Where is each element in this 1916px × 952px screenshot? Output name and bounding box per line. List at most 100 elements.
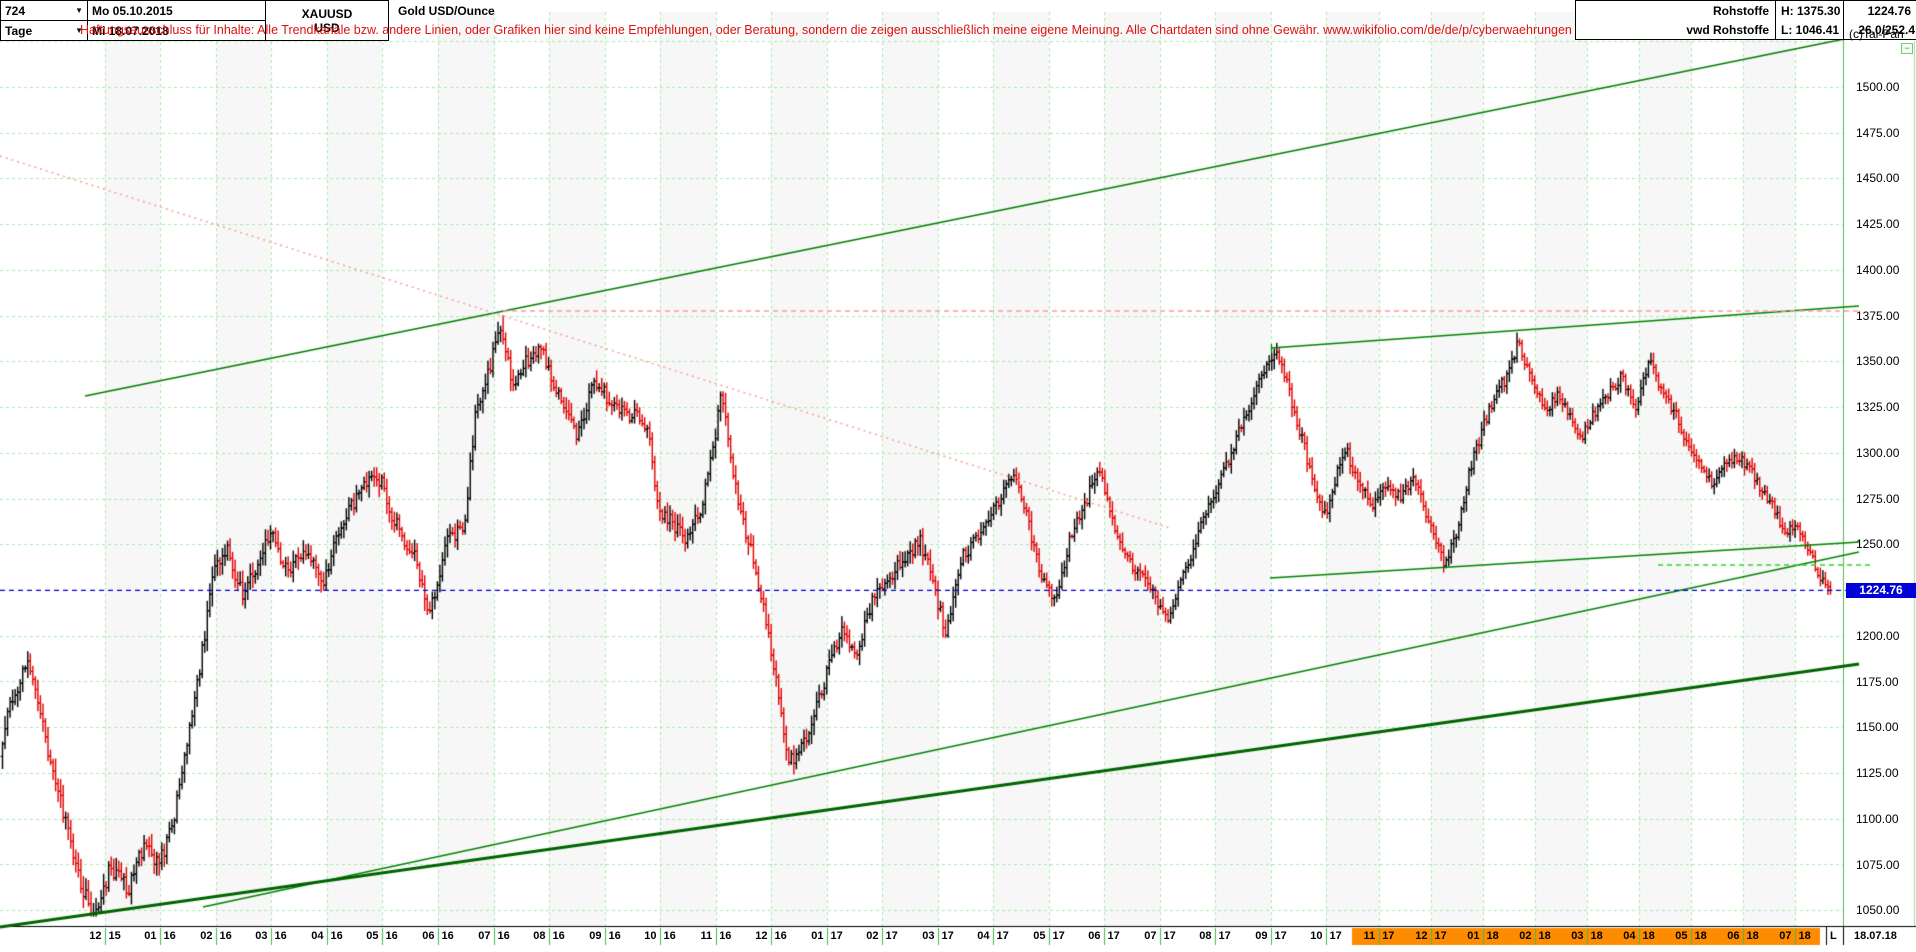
date-month: 04 xyxy=(311,930,323,942)
date-axis-label: 02 16 xyxy=(194,930,238,942)
date-year: 18 xyxy=(1747,930,1759,942)
price-axis-label: 1375.00 xyxy=(1856,309,1899,323)
date-year: 17 xyxy=(1435,930,1447,942)
date-year: 16 xyxy=(498,930,510,942)
date-year: 16 xyxy=(553,930,565,942)
date-axis-label: 07 17 xyxy=(1138,930,1182,942)
date-month: 07 xyxy=(1144,930,1156,942)
date-month: 09 xyxy=(1255,930,1267,942)
date-month: 02 xyxy=(866,930,878,942)
price-axis-label: 1350.00 xyxy=(1856,354,1899,368)
period-dropdown[interactable]: Tage ▼ xyxy=(0,20,88,41)
date-year: 17 xyxy=(1275,930,1287,942)
price-chart-canvas[interactable] xyxy=(0,0,1916,952)
date-axis-label: 01 16 xyxy=(138,930,182,942)
date-month: 03 xyxy=(1571,930,1583,942)
date-year: 16 xyxy=(220,930,232,942)
date-year: 17 xyxy=(1053,930,1065,942)
date-month: 01 xyxy=(811,930,823,942)
date-month: 01 xyxy=(1467,930,1479,942)
date-year: 17 xyxy=(1164,930,1176,942)
date-year: 18 xyxy=(1487,930,1499,942)
date-month: 12 xyxy=(89,930,101,942)
price-axis-label: 1475.00 xyxy=(1856,126,1899,140)
symbol-code: XAUUSD xyxy=(302,7,353,21)
bars-count-dropdown[interactable]: 724 ▼ xyxy=(0,0,88,21)
date-month: 02 xyxy=(200,930,212,942)
period-high: H: 1375.30 xyxy=(1775,0,1843,20)
date-axis-label: 11 17 xyxy=(1357,930,1401,942)
start-date-cell[interactable]: Mo 05.10.2015 xyxy=(87,0,266,21)
date-axis-label: 05 17 xyxy=(1027,930,1071,942)
date-month: 04 xyxy=(977,930,989,942)
date-axis-label: 05 18 xyxy=(1669,930,1713,942)
date-year: 18 xyxy=(1643,930,1655,942)
date-axis-label: 09 17 xyxy=(1249,930,1293,942)
price-axis-label: 1075.00 xyxy=(1856,858,1899,872)
date-axis-label: 03 18 xyxy=(1565,930,1609,942)
date-axis-label: 0718 xyxy=(1773,930,1817,942)
price-axis-label: 1325.00 xyxy=(1856,400,1899,414)
date-month: 07 xyxy=(478,930,490,942)
period-value: Tage xyxy=(5,24,32,38)
date-year: 17 xyxy=(1108,930,1120,942)
tai-pan-chart-window: 724 ▼ Tage ▼ Mo 05.10.2015 Mi 18.07.2018… xyxy=(0,0,1916,952)
start-date: Mo 05.10.2015 xyxy=(92,4,173,18)
date-month: 10 xyxy=(1310,930,1322,942)
date-axis-label: 1216 xyxy=(749,930,793,942)
date-axis-label: 04 17 xyxy=(971,930,1015,942)
date-month: 05 xyxy=(1033,930,1045,942)
date-month: 03 xyxy=(255,930,267,942)
date-year: 17 xyxy=(886,930,898,942)
date-axis-label: 0317 xyxy=(916,930,960,942)
date-year: 18 xyxy=(1799,930,1811,942)
date-year: 16 xyxy=(164,930,176,942)
instrument-name: Gold USD/Ounce xyxy=(394,2,499,20)
date-axis-label: 07 16 xyxy=(472,930,516,942)
date-year: 16 xyxy=(331,930,343,942)
date-year: 17 xyxy=(942,930,954,942)
date-year: 18 xyxy=(1591,930,1603,942)
price-axis-label: 1150.00 xyxy=(1856,720,1899,734)
date-month: 08 xyxy=(533,930,545,942)
period-low: L: 1046.41 xyxy=(1775,20,1843,40)
date-year: 16 xyxy=(442,930,454,942)
date-axis-label: 0117 xyxy=(805,930,849,942)
date-month: 08 xyxy=(1199,930,1211,942)
date-year: 17 xyxy=(1382,930,1394,942)
price-axis-label: 1200.00 xyxy=(1856,629,1899,643)
date-axis-label: 1017 xyxy=(1304,930,1348,942)
date-axis-label: 08 16 xyxy=(527,930,571,942)
date-axis-label: 0617 xyxy=(1082,930,1126,942)
date-month: 12 xyxy=(1415,930,1427,942)
data-provider: vwd Rohstoffe xyxy=(1575,20,1775,40)
price-axis-label: 1450.00 xyxy=(1856,171,1899,185)
date-month: 11 xyxy=(1364,930,1376,942)
date-year: 18 xyxy=(1695,930,1707,942)
date-axis-label: 0616 xyxy=(416,930,460,942)
date-month: 01 xyxy=(144,930,156,942)
date-axis-label: 0418 xyxy=(1617,930,1661,942)
date-year: 16 xyxy=(386,930,398,942)
minimize-icon[interactable]: − xyxy=(1901,43,1913,54)
date-axis-label: 0218 xyxy=(1513,930,1557,942)
date-axis-label: 05 16 xyxy=(360,930,404,942)
date-year: 17 xyxy=(997,930,1009,942)
date-month: 05 xyxy=(366,930,378,942)
price-axis-label: 1175.00 xyxy=(1856,675,1899,689)
price-axis-label: 1425.00 xyxy=(1856,217,1899,231)
date-month: 10 xyxy=(644,930,656,942)
date-axis-label: 1116 xyxy=(694,930,738,942)
date-axis-label: 12 17 xyxy=(1409,930,1453,942)
bars-count-value: 724 xyxy=(5,4,25,18)
date-year: 16 xyxy=(719,930,731,942)
axis-end-date: 18.07.18 xyxy=(1854,930,1897,942)
date-month: 05 xyxy=(1675,930,1687,942)
date-axis-label: 0817 xyxy=(1193,930,1237,942)
date-axis-label: 06 18 xyxy=(1721,930,1765,942)
date-month: 09 xyxy=(589,930,601,942)
date-year: 16 xyxy=(275,930,287,942)
date-month: 06 xyxy=(1727,930,1739,942)
date-axis-label: 1016 xyxy=(638,930,682,942)
chevron-down-icon[interactable]: ▼ xyxy=(71,6,83,15)
